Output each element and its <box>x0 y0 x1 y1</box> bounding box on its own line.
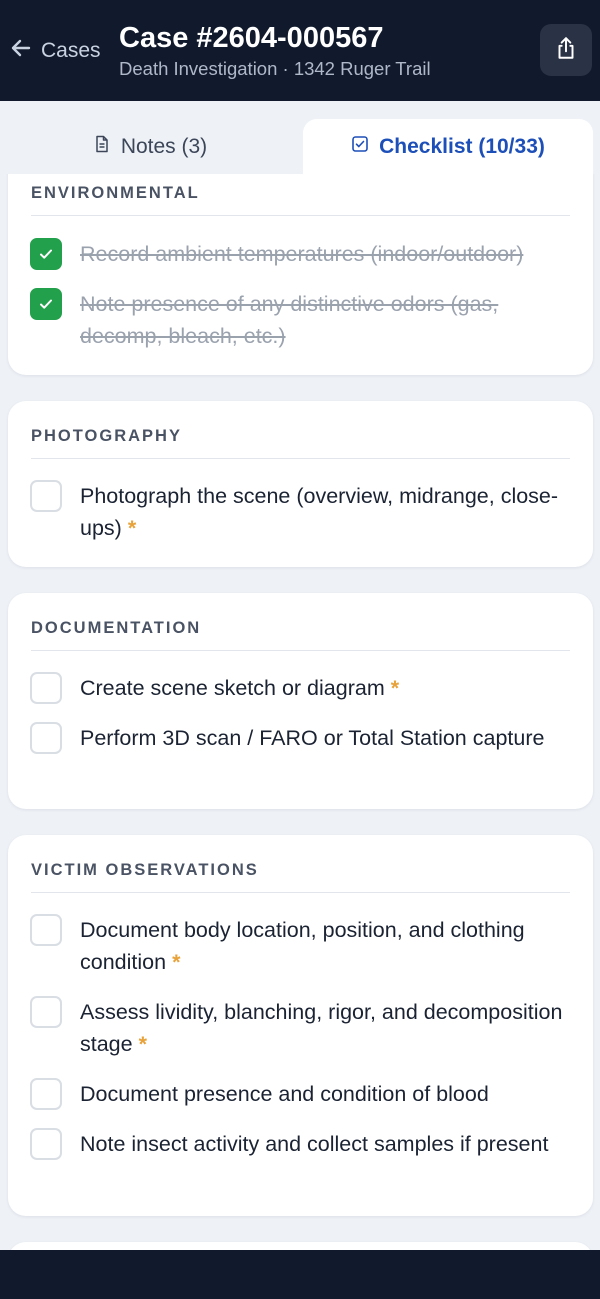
checklist-item-label: Record ambient temperatures (indoor/outd… <box>80 242 524 266</box>
checklist-item-label: Document body location, position, and cl… <box>80 918 525 974</box>
checklist-item[interactable]: Document body location, position, and cl… <box>30 914 573 978</box>
checkbox[interactable] <box>30 672 62 704</box>
checkbox-icon <box>351 135 369 159</box>
tab-notes-label: Notes (3) <box>120 134 208 158</box>
checkbox-checked[interactable] <box>30 288 62 320</box>
page-subtitle: Death Investigation · 1342 Ruger Trail <box>119 58 431 79</box>
tab-bar: Notes (3) Checklist (10/33) <box>0 101 600 174</box>
checkmark-icon <box>40 299 52 309</box>
checklist-item-label: Assess lividity, blanching, rigor, and d… <box>80 1000 563 1056</box>
checkbox-checked[interactable] <box>30 238 62 270</box>
section-divider <box>31 458 570 459</box>
checkbox[interactable] <box>30 722 62 754</box>
section-victim-observations: VICTIM OBSERVATIONS Document body locati… <box>8 835 593 1216</box>
checklist-item-label: Note presence of any distinctive odors (… <box>80 292 499 348</box>
checkbox[interactable] <box>30 1128 62 1160</box>
app-header: Cases Case #2604-000567 Death Investigat… <box>0 0 600 101</box>
section-divider <box>31 650 570 651</box>
section-environmental: ENVIRONMENTAL Record ambient temperature… <box>8 174 593 375</box>
case-header: Case #2604-000567 Death Investigation · … <box>119 22 431 80</box>
checkbox[interactable] <box>30 1078 62 1110</box>
section-title: VICTIM OBSERVATIONS <box>31 861 259 879</box>
back-label: Cases <box>41 39 101 62</box>
checkbox[interactable] <box>30 996 62 1028</box>
checklist-item[interactable]: Record ambient temperatures (indoor/outd… <box>30 238 573 270</box>
section-title: PHOTOGRAPHY <box>31 427 182 445</box>
share-icon <box>553 35 579 66</box>
required-mark: * <box>172 950 181 974</box>
checklist-item[interactable]: Assess lividity, blanching, rigor, and d… <box>30 996 573 1060</box>
checklist-item[interactable]: Perform 3D scan / FARO or Total Station … <box>30 722 573 754</box>
section-next <box>8 1242 593 1250</box>
checklist-item-label: Note insect activity and collect samples… <box>80 1132 549 1156</box>
checklist-item-label: Create scene sketch or diagram * <box>80 676 400 700</box>
checklist-item-label: Document presence and condition of blood <box>80 1082 489 1106</box>
checklist-item[interactable]: Note insect activity and collect samples… <box>30 1128 573 1160</box>
checklist-item-label: Photograph the scene (overview, midrange… <box>80 484 559 540</box>
checklist-content[interactable]: ENVIRONMENTAL Record ambient temperature… <box>0 174 600 1250</box>
page-title: Case #2604-000567 <box>119 22 384 54</box>
share-button[interactable] <box>540 24 592 76</box>
section-documentation: DOCUMENTATION Create scene sketch or dia… <box>8 593 593 809</box>
checkbox[interactable] <box>30 914 62 946</box>
section-title: DOCUMENTATION <box>31 619 202 637</box>
checklist-item[interactable]: Note presence of any distinctive odors (… <box>30 288 573 352</box>
arrow-left-icon <box>9 36 33 66</box>
section-divider <box>31 215 570 216</box>
checklist-item[interactable]: Document presence and condition of blood <box>30 1078 573 1110</box>
tab-checklist-label: Checklist (10/33) <box>379 134 545 158</box>
tab-notes[interactable]: Notes (3) <box>0 119 300 174</box>
checkbox[interactable] <box>30 480 62 512</box>
bottom-bar <box>0 1250 600 1299</box>
required-mark: * <box>127 516 137 540</box>
required-mark: * <box>390 676 400 700</box>
back-button[interactable]: Cases <box>9 36 101 66</box>
document-icon <box>93 135 111 159</box>
section-title: ENVIRONMENTAL <box>31 184 200 202</box>
tab-checklist[interactable]: Checklist (10/33) <box>303 119 593 174</box>
checkmark-icon <box>40 249 52 259</box>
section-divider <box>31 892 570 893</box>
checklist-item[interactable]: Photograph the scene (overview, midrange… <box>30 480 573 544</box>
section-photography: PHOTOGRAPHY Photograph the scene (overvi… <box>8 401 593 567</box>
checklist-item-label: Perform 3D scan / FARO or Total Station … <box>80 726 545 750</box>
required-mark: * <box>138 1032 147 1056</box>
checklist-item[interactable]: Create scene sketch or diagram * <box>30 672 573 704</box>
